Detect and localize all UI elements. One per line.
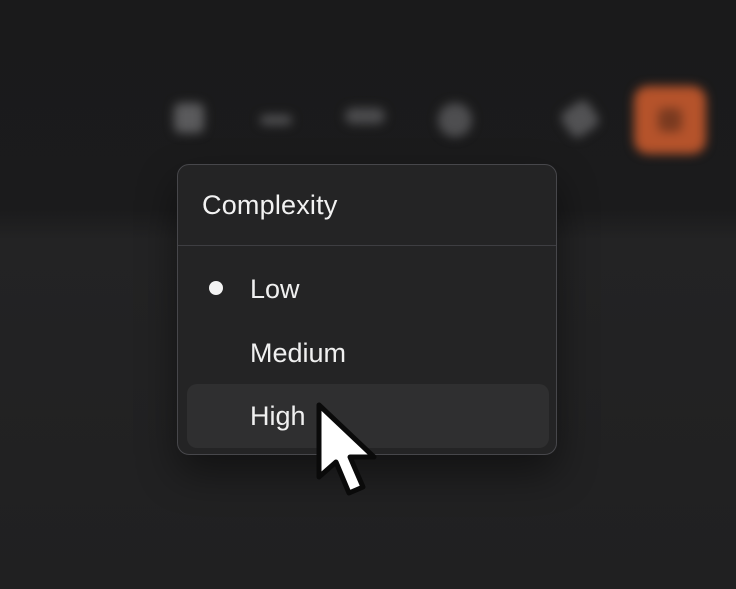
toolbar (0, 70, 736, 170)
arrow-pointer-icon (316, 402, 377, 496)
grid-icon[interactable] (174, 103, 204, 133)
target-icon[interactable] (438, 103, 472, 137)
menu-header: Complexity (178, 165, 556, 246)
app-stage: Complexity Low Medium High (0, 0, 736, 589)
accent-action-button[interactable] (634, 86, 706, 154)
accent-action-icon (658, 108, 682, 132)
menu-option-label: Medium (250, 338, 347, 368)
menu-option-label: High (250, 401, 306, 431)
menu-option-low[interactable]: Low (187, 257, 549, 321)
menu-title: Complexity (202, 190, 338, 220)
selected-dot-icon (209, 281, 223, 295)
waveform-icon[interactable] (345, 108, 385, 124)
menu-option-medium[interactable]: Medium (187, 321, 549, 385)
more-dots-icon[interactable] (260, 115, 292, 125)
attachment-icon[interactable] (558, 97, 602, 141)
menu-option-label: Low (250, 274, 300, 304)
